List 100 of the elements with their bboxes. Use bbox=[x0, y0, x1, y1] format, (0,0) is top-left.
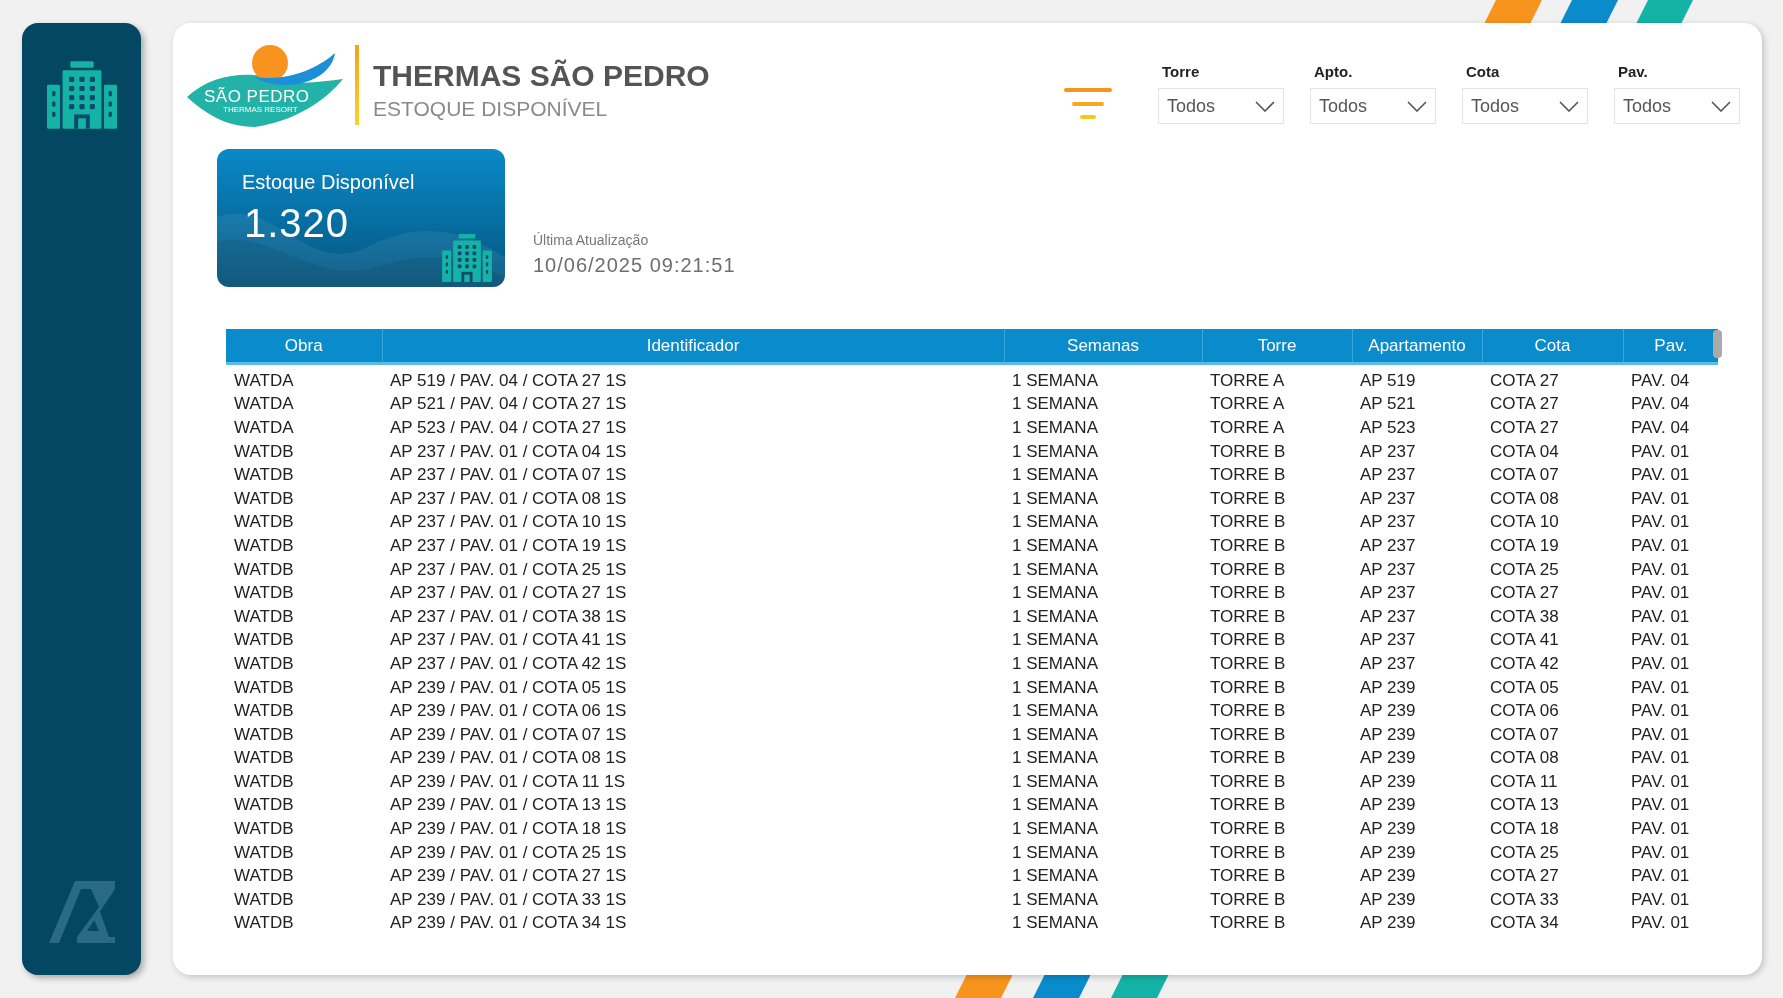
table-cell-text: AP 239 / PAV. 01 / COTA 25 1S bbox=[389, 841, 628, 864]
table-cell-text: 1 SEMANA bbox=[1011, 534, 1099, 557]
table-cell-text: 1 SEMANA bbox=[1011, 770, 1099, 793]
filter-dropdown[interactable]: Todos bbox=[1462, 88, 1588, 124]
table-cell-text: COTA 05 bbox=[1489, 676, 1560, 699]
column-header[interactable]: Torre bbox=[1202, 329, 1352, 364]
table-cell-text: WATDB bbox=[233, 629, 295, 652]
filter-label: Torre bbox=[1161, 63, 1201, 80]
table-cell-text: TORRE B bbox=[1209, 841, 1287, 864]
table-cell-text: PAV. 01 bbox=[1630, 605, 1691, 628]
table-cell-text: WATDB bbox=[233, 723, 295, 746]
table-cell-text: WATDB bbox=[233, 534, 295, 557]
table-cell-text: AP 239 / PAV. 01 / COTA 34 1S bbox=[389, 912, 628, 935]
column-header[interactable]: Pav. bbox=[1623, 329, 1718, 364]
table-cell-text: 1 SEMANA bbox=[1011, 652, 1099, 675]
table-cell-text: PAV. 01 bbox=[1630, 912, 1691, 935]
table-cell-text: 1 SEMANA bbox=[1011, 487, 1099, 510]
table-cell-text: AP 239 / PAV. 01 / COTA 27 1S bbox=[389, 865, 628, 888]
table-cell-text: TORRE B bbox=[1209, 605, 1287, 628]
table-cell-text: AP 239 bbox=[1359, 676, 1417, 699]
table-cell-text: 1 SEMANA bbox=[1011, 888, 1099, 911]
report-title: THERMAS SÃO PEDRO bbox=[373, 59, 710, 93]
table-cell-text: TORRE B bbox=[1209, 818, 1287, 841]
table-cell-text: WATDB bbox=[233, 605, 295, 628]
table-cell-text: TORRE B bbox=[1209, 487, 1287, 510]
table-cell-text: WATDB bbox=[233, 912, 295, 935]
table-cell-text: TORRE A bbox=[1209, 393, 1286, 416]
logo-text: SÃO PEDRO bbox=[204, 87, 310, 107]
table-cell-text: COTA 11 bbox=[1489, 770, 1559, 793]
chevron-down-icon bbox=[1711, 100, 1731, 112]
table-cell-text: WATDB bbox=[233, 440, 295, 463]
column-header[interactable]: Identificador bbox=[382, 329, 1004, 364]
table-cell-text: AP 237 / PAV. 01 / COTA 38 1S bbox=[389, 605, 628, 628]
column-header[interactable]: Obra bbox=[226, 329, 382, 364]
table-cell-text: 1 SEMANA bbox=[1011, 605, 1099, 628]
table-cell-text: TORRE B bbox=[1209, 865, 1287, 888]
table-cell-text: WATDB bbox=[233, 841, 295, 864]
filter-dropdown[interactable]: Todos bbox=[1614, 88, 1740, 124]
table-cell-text: WATDB bbox=[233, 865, 295, 888]
table-cell-text: AP 237 / PAV. 01 / COTA 07 1S bbox=[389, 464, 628, 487]
column-header[interactable]: Cota bbox=[1482, 329, 1623, 364]
table-cell: COTA 27 bbox=[1482, 363, 1623, 393]
table-cell-text: AP 239 bbox=[1359, 888, 1417, 911]
table-cell-text: TORRE B bbox=[1209, 676, 1287, 699]
table-cell-text: AP 237 / PAV. 01 / COTA 19 1S bbox=[389, 534, 628, 557]
table-cell-text: PAV. 01 bbox=[1630, 700, 1691, 723]
kpi-label: Estoque Disponível bbox=[242, 171, 415, 194]
table-cell: WATDA bbox=[226, 363, 382, 393]
table-cell-text: COTA 08 bbox=[1489, 487, 1560, 510]
table-cell-text: 1 SEMANA bbox=[1011, 912, 1099, 935]
table-cell-text: AP 239 / PAV. 01 / COTA 07 1S bbox=[389, 723, 628, 746]
table-cell-text: COTA 07 bbox=[1489, 464, 1560, 487]
table-cell-text: AP 239 bbox=[1359, 723, 1417, 746]
table-cell: AP 519 / PAV. 04 / COTA 27 1S bbox=[382, 363, 1004, 393]
table-cell-text: COTA 27 bbox=[1489, 417, 1560, 439]
table-cell-text: COTA 25 bbox=[1489, 558, 1560, 581]
table-cell-text: TORRE B bbox=[1209, 747, 1287, 770]
table-cell-text: WATDB bbox=[233, 464, 295, 487]
table-cell-text: AP 237 / PAV. 01 / COTA 41 1S bbox=[389, 629, 628, 652]
table-cell-text: TORRE A bbox=[1209, 417, 1286, 439]
table-cell-text: WATDA bbox=[233, 393, 295, 416]
table-cell-text: 1 SEMANA bbox=[1011, 794, 1099, 817]
table-cell-text: TORRE B bbox=[1209, 558, 1287, 581]
table-cell-text: WATDB bbox=[233, 794, 295, 817]
table-cell-text: AP 523 bbox=[1359, 417, 1417, 439]
table-cell-text: AP 237 bbox=[1359, 487, 1417, 510]
table-cell-text: PAV. 01 bbox=[1630, 487, 1691, 510]
chevron-down-icon bbox=[1407, 100, 1427, 112]
table-cell-text: AP 239 bbox=[1359, 865, 1417, 888]
table-cell-text: COTA 13 bbox=[1489, 794, 1560, 817]
column-header[interactable]: Semanas bbox=[1004, 329, 1202, 364]
scrollbar-thumb[interactable] bbox=[1713, 330, 1722, 358]
table-cell-text: COTA 07 bbox=[1489, 723, 1560, 746]
table-cell-text: TORRE B bbox=[1209, 440, 1287, 463]
table-cell-text: 1 SEMANA bbox=[1011, 676, 1099, 699]
table-cell-text: 1 SEMANA bbox=[1011, 747, 1099, 770]
column-header[interactable]: Apartamento bbox=[1352, 329, 1482, 364]
table-cell-text: WATDB bbox=[233, 487, 295, 510]
table-cell-text: PAV. 01 bbox=[1630, 676, 1691, 699]
filter-icon[interactable] bbox=[1064, 85, 1112, 121]
table-cell-text: TORRE B bbox=[1209, 534, 1287, 557]
filter-dropdown[interactable]: Todos bbox=[1158, 88, 1284, 124]
filter-dropdown[interactable]: Todos bbox=[1310, 88, 1436, 124]
table-cell-text: WATDB bbox=[233, 652, 295, 675]
table-cell-text: AP 521 / PAV. 04 / COTA 27 1S bbox=[389, 393, 628, 416]
table-cell-text: COTA 41 bbox=[1489, 629, 1560, 652]
table-cell-text: AP 237 bbox=[1359, 464, 1417, 487]
table-cell-text: COTA 18 bbox=[1489, 818, 1560, 841]
table-cell-text: COTA 08 bbox=[1489, 747, 1560, 770]
table-cell-text: TORRE B bbox=[1209, 629, 1287, 652]
table-cell-text: WATDB bbox=[233, 747, 295, 770]
table-cell-text: PAV. 01 bbox=[1630, 841, 1691, 864]
table-cell-text: AP 521 bbox=[1359, 393, 1417, 416]
table-cell-text: AP 239 bbox=[1359, 818, 1417, 841]
table-cell: TORRE A bbox=[1202, 363, 1352, 393]
table-cell-text: 1 SEMANA bbox=[1011, 511, 1099, 534]
table-cell-text: 1 SEMANA bbox=[1011, 700, 1099, 723]
table-cell-text: 1 SEMANA bbox=[1011, 841, 1099, 864]
table-cell-text: COTA 10 bbox=[1489, 511, 1560, 534]
table-cell-text: AP 237 / PAV. 01 / COTA 25 1S bbox=[389, 558, 628, 581]
